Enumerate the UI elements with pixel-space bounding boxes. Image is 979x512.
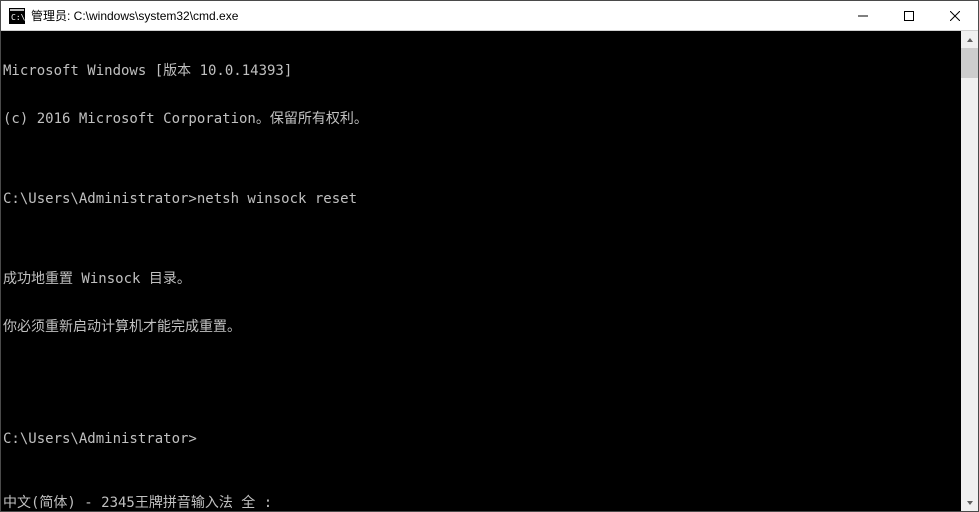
terminal-line: (c) 2016 Microsoft Corporation。保留所有权利。 bbox=[3, 111, 961, 127]
scroll-thumb[interactable] bbox=[961, 48, 978, 78]
terminal-output[interactable]: Microsoft Windows [版本 10.0.14393] (c) 20… bbox=[1, 31, 961, 511]
terminal-line: 你必须重新启动计算机才能完成重置。 bbox=[3, 319, 961, 335]
scroll-down-button[interactable] bbox=[961, 494, 978, 511]
svg-text:C:\: C:\ bbox=[11, 13, 25, 22]
scroll-up-button[interactable] bbox=[961, 31, 978, 48]
close-button[interactable] bbox=[932, 1, 978, 30]
cmd-window: C:\ 管理员: C:\windows\system32\cmd.exe Mic… bbox=[0, 0, 979, 512]
window-title: 管理员: C:\windows\system32\cmd.exe bbox=[31, 7, 840, 24]
vertical-scrollbar[interactable] bbox=[961, 31, 978, 511]
client-area: Microsoft Windows [版本 10.0.14393] (c) 20… bbox=[1, 31, 978, 511]
terminal-line: C:\Users\Administrator>netsh winsock res… bbox=[3, 191, 961, 207]
terminal-line: 成功地重置 Winsock 目录。 bbox=[3, 271, 961, 287]
cmd-icon: C:\ bbox=[9, 8, 25, 24]
minimize-button[interactable] bbox=[840, 1, 886, 30]
titlebar[interactable]: C:\ 管理员: C:\windows\system32\cmd.exe bbox=[1, 1, 978, 31]
window-controls bbox=[840, 1, 978, 30]
terminal-prompt: C:\Users\Administrator> bbox=[3, 431, 961, 447]
ime-status-line: 中文(简体) - 2345王牌拼音输入法 全 : bbox=[3, 495, 272, 511]
maximize-button[interactable] bbox=[886, 1, 932, 30]
terminal-line: Microsoft Windows [版本 10.0.14393] bbox=[3, 63, 961, 79]
scroll-track[interactable] bbox=[961, 48, 978, 494]
